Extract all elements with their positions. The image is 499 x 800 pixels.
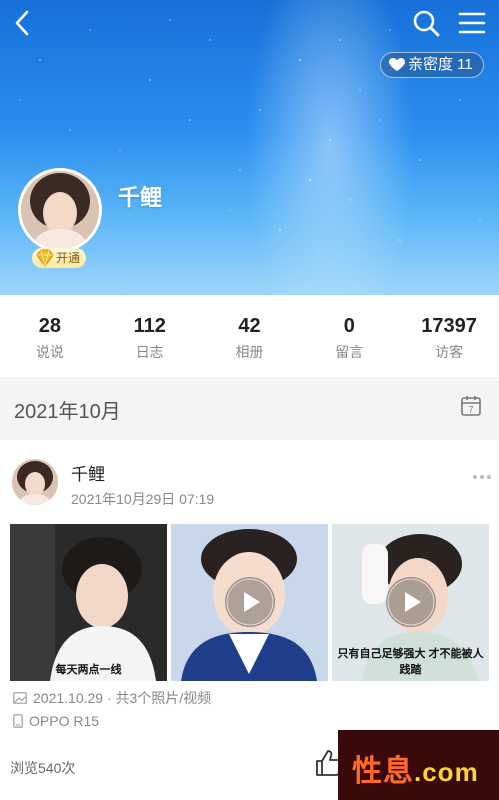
profile-page: 亲密度 11 开通 千鲤 28 说说 112 日志 42 相册 0 留言 173… xyxy=(0,0,499,800)
calendar-icon: 7 xyxy=(461,396,481,416)
stat-value: 42 xyxy=(238,315,261,337)
intimacy-badge[interactable]: 亲密度 11 xyxy=(380,52,484,78)
device-text: OPPO R15 xyxy=(29,713,100,729)
album-info-row[interactable]: 2021.10.29 · 共3个照片/视频 xyxy=(13,688,211,708)
post-author-avatar[interactable] xyxy=(12,459,58,505)
month-label: 2021年10月 xyxy=(14,401,121,423)
stat-value: 112 xyxy=(133,315,166,337)
stat-value: 28 xyxy=(38,315,62,337)
post-timestamp: 2021年10月29日 07:19 xyxy=(71,491,215,507)
stat-visitors[interactable]: 17397 访客 xyxy=(399,295,499,377)
stat-value: 0 xyxy=(343,315,355,337)
play-button[interactable] xyxy=(386,577,436,627)
post-author-name[interactable]: 千鲤 xyxy=(71,460,105,485)
thumbnail-caption: 每天两点一线 xyxy=(55,664,122,676)
diamond-icon xyxy=(36,249,54,267)
post-more-button[interactable] xyxy=(472,468,492,479)
post-video-thumbnail[interactable] xyxy=(171,524,328,681)
site-watermark-logo: 性息.com xyxy=(338,730,499,800)
play-icon xyxy=(387,578,435,626)
avatar-portrait xyxy=(12,459,58,505)
stat-label: 相册 xyxy=(235,344,264,360)
thumbnail-caption: 只有自己足够强大 才不能被人践踏 xyxy=(337,648,484,676)
svg-text:7: 7 xyxy=(468,405,473,415)
heart-icon xyxy=(389,58,405,71)
photo-woman-in-car xyxy=(10,524,167,681)
profile-header: 亲密度 11 开通 千鲤 xyxy=(0,0,499,295)
post-photo-thumbnail[interactable]: 每天两点一线 xyxy=(10,524,167,681)
album-info-text: 2021.10.29 · 共3个照片/视频 xyxy=(33,690,212,706)
device-row: OPPO R15 xyxy=(13,713,99,729)
vip-label: 开通 xyxy=(56,251,81,265)
more-dots-icon xyxy=(473,475,491,479)
stat-messages[interactable]: 0 留言 xyxy=(299,295,399,377)
profile-username: 千鲤 xyxy=(118,185,163,210)
intimacy-label: 亲密度 11 xyxy=(408,56,473,73)
stat-shuoshuo[interactable]: 28 说说 xyxy=(0,295,100,377)
calendar-button[interactable]: 7 xyxy=(460,395,482,417)
menu-button[interactable] xyxy=(456,8,488,38)
profile-avatar[interactable] xyxy=(18,168,102,252)
watermark-text: 性息.com xyxy=(352,755,479,788)
avatar-portrait xyxy=(21,171,99,249)
hamburger-menu-icon xyxy=(458,12,486,34)
month-header: 2021年10月 xyxy=(0,377,499,440)
post-video-thumbnail[interactable]: 只有自己足够强大 才不能被人践踏 xyxy=(332,524,489,681)
play-icon xyxy=(226,578,274,626)
chevron-left-icon xyxy=(15,10,29,36)
view-count: 浏览540次 xyxy=(10,760,76,776)
stat-album[interactable]: 42 相册 xyxy=(200,295,300,377)
stat-label: 说说 xyxy=(35,344,64,360)
image-icon xyxy=(13,692,27,704)
search-icon xyxy=(413,10,440,37)
stat-blog[interactable]: 112 日志 xyxy=(100,295,200,377)
stat-label: 留言 xyxy=(335,344,364,360)
back-button[interactable] xyxy=(8,8,38,38)
play-button[interactable] xyxy=(225,577,275,627)
search-button[interactable] xyxy=(411,8,441,38)
stats-bar: 28 说说 112 日志 42 相册 0 留言 17397 访客 xyxy=(0,295,499,377)
stat-value: 17397 xyxy=(421,315,477,337)
vip-open-badge[interactable]: 开通 xyxy=(32,248,87,268)
stat-label: 日志 xyxy=(135,344,164,360)
phone-icon xyxy=(13,714,23,728)
stat-label: 访客 xyxy=(435,344,464,360)
